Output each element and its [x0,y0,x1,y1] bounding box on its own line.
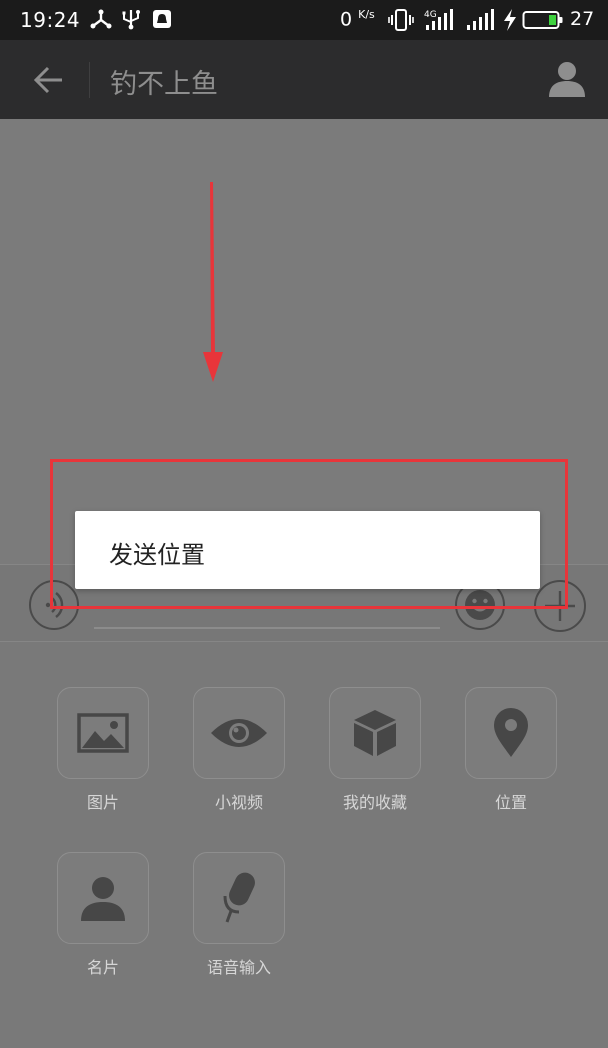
cube-icon [354,710,396,756]
tool-voice-input[interactable]: 语音输入 [193,852,285,978]
chat-title: 钓不上鱼 [110,69,218,100]
title-bar: 钓不上鱼 [0,40,608,119]
tool-label: 名片 [86,958,119,977]
tool-favorites[interactable]: 我的收藏 [329,687,421,813]
location-pin-icon [494,708,528,757]
eye-icon [211,719,267,747]
svg-text:4G: 4G [424,10,437,20]
chat-profile-button[interactable] [546,58,588,100]
vibrate-icon [388,9,414,31]
tool-label: 我的收藏 [342,793,407,812]
tool-contact-card[interactable]: 名片 [57,852,149,978]
microphone-icon [223,872,255,923]
tool-tile [57,852,149,944]
back-button[interactable] [28,60,72,100]
tool-label: 小视频 [214,793,263,812]
tool-location[interactable]: 位置 [465,687,557,813]
usb-icon [122,10,140,30]
arrow-left-icon [33,66,62,94]
network-speed: 0 K/s [340,8,375,31]
person-icon [549,62,585,97]
tool-label: 图片 [86,793,119,812]
charging-icon [504,9,516,31]
image-icon [77,713,129,753]
annotation-highlight-box [50,459,568,609]
tool-tile [57,687,149,779]
signal-icon [467,9,494,30]
battery-icon [522,11,563,29]
status-bar: 19:24 0 K/s 4G 27 [0,0,608,40]
tool-image[interactable]: 图片 [57,687,149,813]
tool-tile [329,687,421,779]
title-divider [89,62,90,98]
annotation-arrow-icon [203,182,223,382]
tool-short-video[interactable]: 小视频 [193,687,285,813]
notification-icon [153,10,171,28]
battery-level: 27 [570,8,595,30]
tool-tile [193,687,285,779]
signal-4g-icon: 4G [424,9,453,30]
person-icon [81,877,125,921]
tool-label: 语音输入 [206,958,271,977]
tool-tile [193,852,285,944]
tool-tile [465,687,557,779]
share-icon [90,9,112,29]
message-input[interactable] [94,627,440,629]
tools-panel: 图片 小视频 我的收藏 位置 名片 语音输入 [0,642,608,1048]
tool-label: 位置 [494,793,527,812]
status-time: 19:24 [20,8,81,32]
